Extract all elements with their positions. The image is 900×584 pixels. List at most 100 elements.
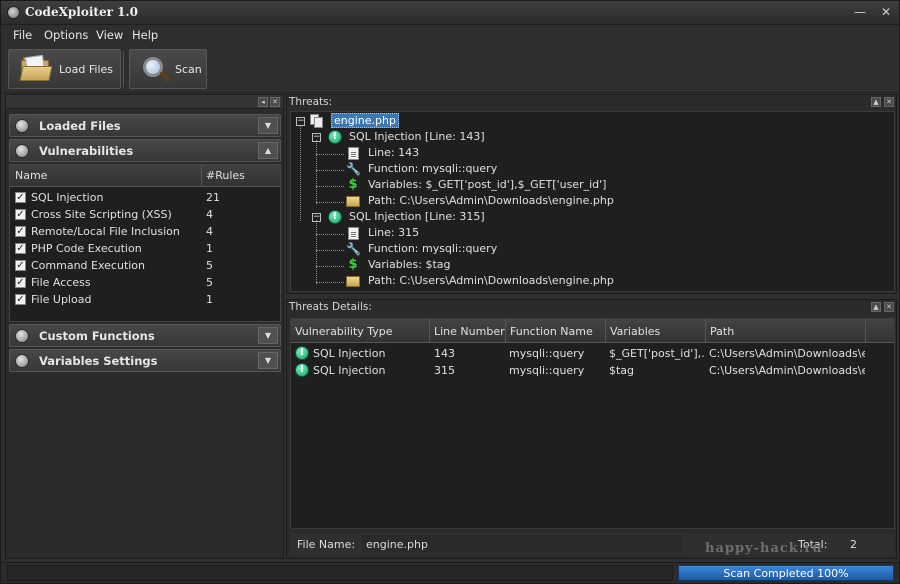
panel-close-button[interactable]: ✕ [884, 97, 894, 107]
status-bar: Scan Completed 100% [1, 562, 899, 583]
panel-maximize-button[interactable]: ▲ [871, 97, 881, 107]
cell-path: C:\Users\Admin\Downloads\e... [709, 347, 865, 360]
watermark: happy-hack.ru [705, 541, 823, 556]
section-variables-settings[interactable]: Variables Settings ▼ [9, 349, 281, 372]
table-header: Name #Rules [10, 165, 280, 187]
tree-file-label: engine.php [331, 113, 399, 128]
scan-progress-bar: Scan Completed 100% [678, 565, 894, 581]
table-row[interactable]: ! SQL Injection 315 mysqli::query $tag C… [291, 362, 894, 379]
menu-options[interactable]: Options [44, 28, 88, 42]
folder-icon [346, 276, 360, 287]
section-custom-functions[interactable]: Custom Functions ▼ [9, 324, 281, 347]
column-function-name[interactable]: Function Name [506, 319, 606, 343]
minimize-button[interactable]: — [847, 1, 873, 23]
panel-maximize-button[interactable]: ▲ [871, 302, 881, 312]
rule-name: File Upload [31, 293, 92, 306]
checkbox[interactable]: ✓ [15, 294, 26, 305]
tree-path-node[interactable]: Path: C:\Users\Admin\Downloads\engine.ph… [368, 274, 614, 290]
chevron-up-icon[interactable]: ▲ [258, 142, 278, 159]
chevron-down-icon[interactable]: ▼ [258, 352, 278, 369]
threats-panel: Threats: ▲ ✕ − engine.php − ! SQL Inject… [286, 94, 897, 294]
section-title: Vulnerabilities [39, 144, 134, 158]
table-row[interactable]: ✓ Remote/Local File Inclusion 4 [10, 223, 280, 240]
magnifier-icon [140, 55, 172, 85]
panel-close-button[interactable]: ✕ [270, 97, 280, 107]
table-row[interactable]: ✓ Command Execution 5 [10, 257, 280, 274]
vulnerabilities-table: Name #Rules ✓ SQL Injection 21 ✓ Cross S… [9, 164, 281, 322]
scan-button[interactable]: Scan [129, 49, 207, 89]
tree-variables-node[interactable]: Variables: $tag [368, 258, 451, 274]
cell-function: mysqli::query [509, 364, 585, 377]
load-files-button[interactable]: Load Files [8, 49, 121, 89]
table-row[interactable]: ✓ File Upload 1 [10, 291, 280, 308]
gear-icon [15, 329, 29, 343]
file-icon [348, 227, 359, 240]
panel-close-button[interactable]: ✕ [884, 302, 894, 312]
dollar-icon: $ [348, 177, 358, 192]
checkbox[interactable]: ✓ [15, 277, 26, 288]
app-logo-icon [7, 6, 20, 19]
checkbox[interactable]: ✓ [15, 192, 26, 203]
column-rules[interactable]: #Rules [206, 169, 245, 182]
checkbox[interactable]: ✓ [15, 226, 26, 237]
rule-count: 1 [206, 242, 213, 255]
checkbox[interactable]: ✓ [15, 260, 26, 271]
menu-bar: File Options View Help [1, 25, 899, 45]
column-vulnerability-type[interactable]: Vulnerability Type [291, 319, 430, 343]
file-name-value: engine.php [366, 538, 428, 551]
table-row[interactable]: ✓ Cross Site Scripting (XSS) 4 [10, 206, 280, 223]
search-icon [15, 119, 29, 133]
tree-line-node[interactable]: Line: 143 [368, 146, 419, 162]
collapse-toggle[interactable]: − [312, 133, 321, 142]
column-path[interactable]: Path [706, 319, 866, 343]
file-icon [348, 147, 359, 160]
cell-function: mysqli::query [509, 347, 585, 360]
column-line-number[interactable]: Line Number [430, 319, 506, 343]
close-button[interactable]: ✕ [873, 1, 899, 23]
checkbox[interactable]: ✓ [15, 243, 26, 254]
cell-line: 143 [434, 347, 455, 360]
tree-variables-node[interactable]: Variables: $_GET['post_id'],$_GET['user_… [368, 178, 606, 194]
table-row[interactable]: ! SQL Injection 143 mysqli::query $_GET[… [291, 345, 894, 362]
tree-file-node[interactable]: engine.php [331, 113, 399, 130]
tree-threat-node[interactable]: SQL Injection [Line: 315] [349, 210, 485, 226]
checkbox[interactable]: ✓ [15, 209, 26, 220]
status-message-area [7, 565, 673, 581]
column-name[interactable]: Name [15, 169, 47, 182]
threat-info-icon: ! [328, 210, 342, 224]
tree-function-node[interactable]: Function: mysqli::query [368, 242, 497, 258]
folder-icon [346, 196, 360, 207]
tree-path-node[interactable]: Path: C:\Users\Admin\Downloads\engine.ph… [368, 194, 614, 210]
total-value: 2 [850, 538, 857, 551]
menu-view[interactable]: View [96, 28, 123, 42]
details-table: Vulnerability Type Line Number Function … [290, 318, 895, 529]
rule-name: PHP Code Execution [31, 242, 142, 255]
chevron-down-icon[interactable]: ▼ [258, 327, 278, 344]
panel-float-button[interactable]: ◂ [258, 97, 268, 107]
rule-count: 5 [206, 259, 213, 272]
table-row[interactable]: ✓ File Access 5 [10, 274, 280, 291]
collapse-toggle[interactable]: − [312, 213, 321, 222]
section-title: Variables Settings [39, 354, 158, 368]
dollar-icon: $ [348, 257, 358, 272]
collapse-toggle[interactable]: − [296, 117, 305, 126]
toolbar: Load Files Scan [1, 45, 899, 93]
rule-name: SQL Injection [31, 191, 104, 204]
table-row[interactable]: ✓ SQL Injection 21 [10, 189, 280, 206]
table-row[interactable]: ✓ PHP Code Execution 1 [10, 240, 280, 257]
menu-help[interactable]: Help [132, 28, 158, 42]
section-vulnerabilities[interactable]: Vulnerabilities ▲ [9, 139, 281, 162]
column-variables[interactable]: Variables [606, 319, 706, 343]
menu-file[interactable]: File [13, 28, 32, 42]
tree-threat-node[interactable]: SQL Injection [Line: 143] [349, 130, 485, 146]
toolbar-separator [123, 51, 124, 87]
settings-icon [15, 354, 29, 368]
file-name-field: engine.php [362, 535, 682, 553]
cell-variables: $tag [609, 364, 635, 377]
tree-line-node[interactable]: Line: 315 [368, 226, 419, 242]
title-bar: CodeXploiter 1.0 — ✕ [1, 1, 899, 25]
section-loaded-files[interactable]: Loaded Files ▼ [9, 114, 281, 137]
rule-count: 4 [206, 208, 213, 221]
chevron-down-icon[interactable]: ▼ [258, 117, 278, 134]
tree-function-node[interactable]: Function: mysqli::query [368, 162, 497, 178]
